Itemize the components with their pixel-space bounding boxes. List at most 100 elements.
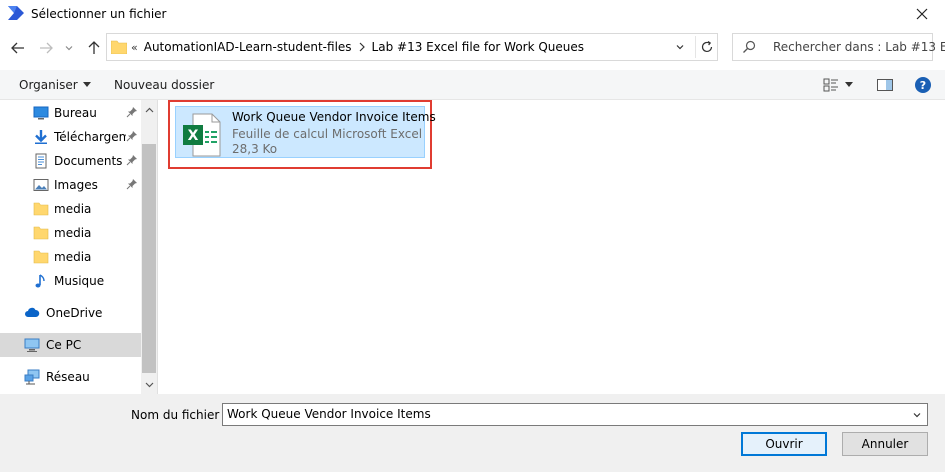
nav-item-label: Documents (54, 154, 123, 168)
folder-icon (33, 226, 49, 240)
nav-item-label: OneDrive (46, 306, 103, 320)
chevron-down-icon (145, 382, 153, 388)
chevron-right-icon[interactable] (358, 42, 366, 52)
svg-text:?: ? (920, 79, 926, 92)
search-placeholder: Rechercher dans : Lab #13 E... (773, 40, 945, 54)
pin-icon (126, 179, 137, 190)
file-size: 28,3 Ko (232, 142, 278, 156)
preview-pane-icon (877, 79, 893, 91)
chevron-down-icon (913, 413, 921, 418)
help-button[interactable]: ? (912, 76, 934, 94)
images-icon (33, 179, 49, 191)
network-icon (24, 369, 40, 385)
folder-icon (111, 40, 127, 54)
arrow-up-icon (88, 41, 100, 54)
new-folder-label: Nouveau dossier (114, 78, 215, 92)
pin-icon (126, 107, 137, 118)
open-button[interactable]: Ouvrir (741, 432, 827, 456)
nav-item-label: Ce PC (46, 338, 82, 352)
nav-item-media[interactable]: media (0, 197, 141, 221)
close-icon (916, 8, 928, 20)
organize-label: Organiser (19, 78, 78, 92)
back-button[interactable] (8, 38, 28, 58)
arrow-left-icon (11, 42, 24, 54)
breadcrumb-overflow[interactable]: « (131, 41, 138, 54)
preview-pane-button[interactable] (874, 76, 896, 94)
desktop-icon (33, 106, 49, 120)
file-item[interactable]: X Work Queue Vendor Invoice Items Feuill… (175, 106, 436, 158)
nav-item-label: Bureau (54, 106, 97, 120)
documents-icon (35, 153, 47, 169)
excel-file-icon: X (183, 113, 221, 157)
address-bar[interactable]: « AutomationIAD-Learn-student-files Lab … (106, 33, 718, 61)
nav-item-media[interactable]: media (0, 245, 141, 269)
refresh-icon (701, 41, 712, 53)
search-input[interactable]: Rechercher dans : Lab #13 E... (732, 33, 945, 61)
nav-item-label: media (54, 250, 92, 264)
view-dropdown-button[interactable] (842, 76, 856, 94)
nav-scrollbar-thumb[interactable] (142, 144, 156, 373)
computer-icon (24, 338, 40, 352)
refresh-button[interactable] (695, 36, 717, 58)
chevron-down-icon (65, 46, 73, 51)
breadcrumb-item[interactable]: AutomationIAD-Learn-student-files (144, 40, 352, 54)
window-title: Sélectionner un fichier (31, 7, 167, 21)
filename-value: Work Queue Vendor Invoice Items (227, 407, 431, 421)
chevron-down-icon (676, 45, 684, 50)
nav-item-musique[interactable]: Musique (0, 269, 141, 293)
search-icon (743, 40, 756, 53)
address-dropdown[interactable] (669, 36, 691, 58)
toolbar: Organiser Nouveau dossier ? (0, 70, 945, 100)
cancel-label: Annuler (861, 437, 909, 451)
title-bar: Sélectionner un fichier (0, 0, 945, 28)
navigation-pane: Bureau Téléchargements Documents (0, 100, 158, 394)
nav-item-telechargements[interactable]: Téléchargements (0, 125, 141, 149)
nav-item-bureau[interactable]: Bureau (0, 101, 141, 125)
pin-icon (126, 131, 137, 142)
recent-locations-button[interactable] (62, 38, 76, 58)
pin-icon (126, 155, 137, 166)
up-button[interactable] (84, 38, 104, 58)
music-icon (35, 274, 45, 288)
power-automate-icon (8, 6, 24, 20)
nav-item-media[interactable]: media (0, 221, 141, 245)
nav-item-label: Téléchargements (54, 130, 126, 144)
filename-input[interactable]: Work Queue Vendor Invoice Items (222, 403, 928, 426)
new-folder-button[interactable]: Nouveau dossier (114, 78, 214, 92)
file-name: Work Queue Vendor Invoice Items (232, 110, 436, 124)
nav-item-label: Réseau (46, 370, 90, 384)
nav-item-images[interactable]: Images (0, 173, 141, 197)
nav-item-ce-pc[interactable]: Ce PC (0, 333, 141, 357)
nav-item-label: media (54, 202, 92, 216)
filename-dropdown[interactable] (909, 407, 925, 423)
organize-button[interactable]: Organiser (19, 78, 91, 92)
view-options-button[interactable] (820, 76, 842, 94)
help-icon: ? (915, 77, 931, 93)
nav-item-reseau[interactable]: Réseau (0, 365, 141, 389)
open-label: Ouvrir (765, 437, 803, 451)
cancel-button[interactable]: Annuler (842, 432, 928, 456)
filename-label: Nom du fichier : (131, 408, 228, 422)
nav-item-onedrive[interactable]: OneDrive (0, 301, 141, 325)
nav-item-label: Musique (54, 274, 105, 288)
scroll-up-button[interactable] (141, 102, 157, 118)
chevron-up-icon (145, 107, 153, 113)
forward-button[interactable] (36, 38, 56, 58)
folder-icon (33, 202, 49, 216)
nav-item-documents[interactable]: Documents (0, 149, 141, 173)
arrow-right-icon (40, 42, 53, 54)
dialog-footer: Nom du fichier : Work Queue Vendor Invoi… (0, 394, 945, 472)
breadcrumb: « AutomationIAD-Learn-student-files Lab … (131, 40, 584, 54)
breadcrumb-item[interactable]: Lab #13 Excel file for Work Queues (372, 40, 585, 54)
folder-icon (33, 250, 49, 264)
scroll-down-button[interactable] (141, 377, 157, 393)
nav-item-label: media (54, 226, 92, 240)
download-icon (35, 130, 47, 144)
caret-down-icon (845, 82, 853, 87)
file-type: Feuille de calcul Microsoft Excel (232, 127, 423, 141)
details-view-icon (823, 78, 838, 92)
nav-item-label: Images (54, 178, 98, 192)
close-button[interactable] (899, 0, 945, 28)
cloud-icon (25, 307, 40, 317)
caret-down-icon (82, 82, 91, 87)
